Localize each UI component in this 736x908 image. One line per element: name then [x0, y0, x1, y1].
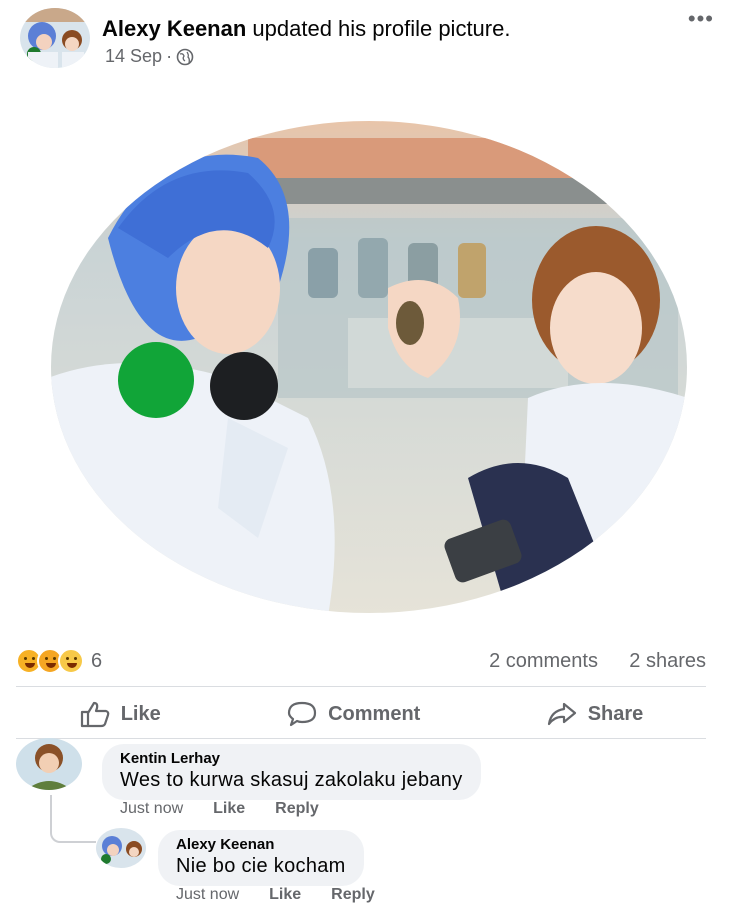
share-label: Share	[587, 702, 644, 725]
comment-like-button[interactable]: Like	[213, 800, 245, 818]
share-arrow-icon	[547, 702, 576, 726]
reply-bubble: Alexy Keenan Nie bo cie kocham	[158, 830, 364, 886]
post-date[interactable]: 14 Sep	[105, 46, 162, 67]
author-name-link[interactable]: Alexy Keenan	[102, 16, 246, 41]
reply-text: Nie bo cie kocham	[176, 855, 346, 877]
comment-text: Wes to kurwa skasuj zakolaku jebany	[120, 769, 463, 791]
reaction-count[interactable]: 6	[91, 650, 102, 673]
divider	[16, 686, 706, 687]
reply-actions: Just now Like Reply	[176, 886, 375, 904]
post-action-text: updated his profile picture.	[252, 16, 511, 41]
profile-picture-image[interactable]	[48, 118, 690, 616]
like-label: Like	[120, 702, 161, 725]
comment-timestamp[interactable]: Just now	[120, 800, 183, 818]
replier-name[interactable]: Alexy Keenan	[176, 836, 346, 853]
commenter-name[interactable]: Kentin Lerhay	[120, 750, 463, 767]
more-options-icon[interactable]: •••	[688, 6, 714, 32]
replier-avatar[interactable]	[96, 828, 146, 868]
thumbs-up-icon	[80, 701, 110, 728]
shares-count-link[interactable]: 2 shares	[629, 650, 706, 673]
comment-bubble: Kentin Lerhay Wes to kurwa skasuj zakola…	[102, 744, 481, 800]
comments-count-link[interactable]: 2 comments	[489, 650, 598, 673]
comment-item: Kentin Lerhay Wes to kurwa skasuj zakola…	[16, 738, 716, 818]
like-button[interactable]: Like	[79, 700, 161, 728]
reply-reply-button[interactable]: Reply	[331, 886, 375, 904]
post-header: Alexy Keenan updated his profile picture…	[20, 4, 720, 74]
reply-timestamp[interactable]: Just now	[176, 886, 239, 904]
comment-label: Comment	[328, 702, 421, 725]
reply-item: Alexy Keenan Nie bo cie kocham Just now …	[96, 826, 716, 906]
comment-actions: Just now Like Reply	[120, 800, 319, 818]
globe-icon[interactable]	[176, 48, 194, 66]
post-title-line: Alexy Keenan updated his profile picture…	[102, 16, 510, 42]
post-stats: 6 2 comments 2 shares	[16, 646, 706, 676]
comment-bubble-icon	[287, 701, 317, 727]
sad-reaction-icon	[58, 648, 84, 674]
author-avatar[interactable]	[20, 8, 90, 68]
post-meta: 14 Sep ·	[105, 46, 194, 67]
comment-reply-button[interactable]: Reply	[275, 800, 319, 818]
meta-separator: ·	[166, 46, 173, 66]
reply-like-button[interactable]: Like	[269, 886, 301, 904]
post-action-bar: Like Comment Share	[16, 692, 706, 736]
reactions-summary[interactable]: 6	[16, 648, 102, 674]
share-button[interactable]: Share	[546, 700, 644, 728]
commenter-avatar[interactable]	[16, 738, 82, 790]
comment-button[interactable]: Comment	[286, 700, 420, 728]
